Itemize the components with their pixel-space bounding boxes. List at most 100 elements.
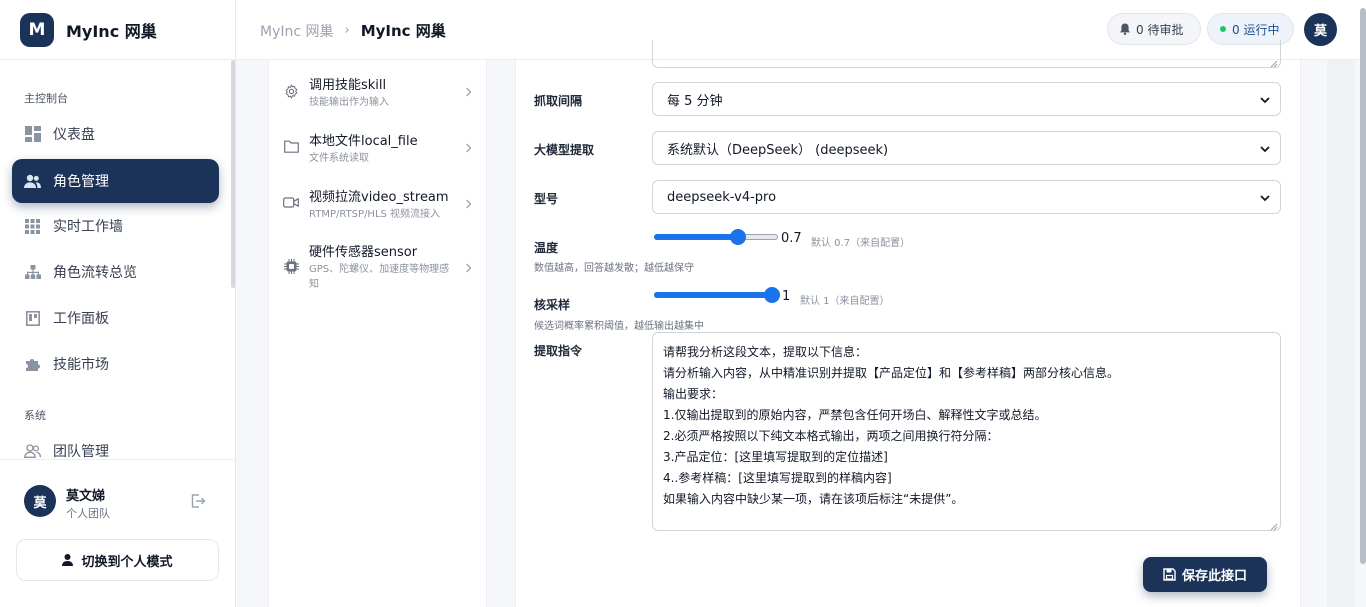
nav-section-label: 系统 [24, 409, 46, 422]
folder-icon [283, 138, 299, 154]
tool-title: 本地文件local_file [309, 134, 418, 149]
save-button-label: 保存此接口 [1181, 569, 1247, 584]
sidebar-item-label: 角色管理 [53, 174, 109, 190]
slider-thumb[interactable] [730, 229, 746, 245]
save-interface-button[interactable]: 保存此接口 [1143, 557, 1267, 592]
brand-name: MyInc 网巢 [66, 22, 157, 41]
page-title: MyInc 网巢 [360, 22, 446, 40]
prompt-line: 2.必须严格按照以下纯文本格式输出，两项之间用换行符分隔： [663, 429, 999, 443]
breadcrumb-separator: › [344, 23, 350, 38]
brand-logo: M [20, 13, 54, 47]
model-label: 型号 [534, 192, 559, 206]
tool-title: 硬件传感器sensor [309, 245, 418, 260]
logout-icon[interactable] [190, 493, 206, 509]
sidebar-item-label: 团队管理 [53, 444, 109, 460]
model-value: deepseek-v4-pro [667, 189, 777, 205]
temperature-help: 数值越高，回答越发散；越低越保守 [534, 263, 694, 274]
sidebar-item-live-wall[interactable]: 实时工作墙 [12, 204, 219, 248]
resize-grip-icon[interactable] [1270, 520, 1278, 531]
pending-approval-label: 0 待审批 [1136, 22, 1184, 37]
prompt-line: 请帮我分析这段文本，提取以下信息： [663, 345, 868, 359]
video-icon [283, 194, 299, 210]
tool-item-skill[interactable]: 调用技能skill 技能输出作为输入 [269, 60, 488, 116]
prompt-label: 提取指令 [534, 344, 583, 358]
hierarchy-icon [24, 264, 41, 281]
previous-textarea[interactable] [652, 40, 1281, 68]
sidebar-item-team[interactable]: 团队管理 [12, 429, 219, 460]
users-icon [24, 173, 41, 190]
temperature-label: 温度 [534, 241, 559, 255]
top-p-slider[interactable] [652, 287, 780, 303]
gear-icon [283, 83, 299, 99]
avatar[interactable]: 莫 [24, 485, 56, 517]
sidebar-item-workbench[interactable]: 工作面板 [12, 296, 219, 340]
page-scrollbar[interactable] [1360, 8, 1366, 564]
puzzle-icon [24, 356, 41, 373]
resize-grip-icon[interactable] [1270, 57, 1278, 68]
top-p-help: 候选词概率累积阈值，越低输出越集中 [534, 321, 704, 332]
dashboard-icon [24, 126, 41, 143]
chevron-right-icon [465, 86, 473, 97]
bell-icon [1120, 23, 1130, 35]
avatar[interactable]: 莫 [1304, 13, 1337, 46]
prompt-textarea[interactable]: 请帮我分析这段文本，提取以下信息： 请分析输入内容，从中精准识别并提取【产品定位… [652, 332, 1281, 531]
tool-desc: RTMP/RTSP/HLS 视频流接入 [309, 209, 441, 220]
grid-icon [24, 218, 41, 235]
llm-select[interactable]: 系统默认（DeepSeek） (deepseek) [652, 131, 1281, 165]
chevron-right-icon [465, 198, 473, 209]
save-icon [1163, 568, 1176, 581]
status-dot [1220, 26, 1226, 32]
chevron-down-icon [1259, 94, 1271, 106]
brand[interactable]: M MyInc 网巢 [20, 12, 157, 48]
tool-item-video-stream[interactable]: 视频拉流video_stream RTMP/RTSP/HLS 视频流接入 [269, 172, 488, 228]
chevron-right-icon [465, 142, 473, 153]
switch-mode-label: 切换到个人模式 [81, 554, 173, 570]
switch-mode-button[interactable]: 切换到个人模式 [16, 539, 219, 581]
tool-item-local-file[interactable]: 本地文件local_file 文件系统读取 [269, 116, 488, 172]
tool-title: 调用技能skill [309, 78, 387, 93]
breadcrumb-item[interactable]: MyInc 网巢 [260, 21, 334, 41]
prompt-line: 3.产品定位：[这里填写提取到的定位描述] [663, 450, 888, 464]
sidebar-nav: 主控制台 仪表盘 角色管理 实时工作墙 角色流转总览 工作面板 技能市场 系统 … [0, 60, 236, 460]
top-p-label: 核采样 [534, 298, 571, 312]
slider-fill [654, 292, 774, 298]
interval-label: 抓取间隔 [534, 94, 583, 108]
sidebar-item-dashboard[interactable]: 仪表盘 [12, 112, 219, 156]
sidebar-scrollbar[interactable] [231, 60, 235, 288]
team-icon [24, 443, 41, 460]
slider-thumb[interactable] [764, 287, 780, 303]
temperature-value: 0.7 [781, 231, 802, 246]
tool-item-sensor[interactable]: 硬件传感器sensor GPS、陀螺仪、加速度等物理感知 [269, 228, 488, 298]
model-select[interactable]: deepseek-v4-pro [652, 180, 1281, 214]
sidebar-item-roles[interactable]: 角色管理 [12, 159, 219, 203]
tool-list: 调用技能skill 技能输出作为输入 本地文件local_file 文件系统读取… [268, 60, 487, 607]
top-p-default: 默认 1（来自配置） [800, 296, 890, 307]
sidebar-item-skill-market[interactable]: 技能市场 [12, 342, 219, 386]
prompt-line: 如果输入内容中缺少某一项，请在该项后标注“未提供”。 [663, 492, 964, 506]
chevron-down-icon [1259, 143, 1271, 155]
chevron-right-icon [465, 262, 473, 273]
sidebar-item-label: 角色流转总览 [53, 265, 137, 281]
llm-value: 系统默认（DeepSeek） (deepseek) [667, 142, 889, 158]
prompt-line: 1.仅输出提取到的原始内容，严禁包含任何开场白、解释性文字或总结。 [663, 408, 1047, 422]
interval-select[interactable]: 每 5 分钟 [652, 82, 1281, 116]
temperature-slider[interactable] [652, 229, 780, 245]
sidebar: M MyInc 网巢 主控制台 仪表盘 角色管理 实时工作墙 角色流转总览 工作… [0, 0, 236, 607]
sidebar-item-label: 技能市场 [53, 357, 109, 373]
tool-desc: 技能输出作为输入 [309, 97, 389, 108]
llm-label: 大模型提取 [534, 143, 595, 157]
user-name: 莫文娣 [66, 489, 106, 504]
chevron-down-icon [1259, 192, 1271, 204]
board-icon [24, 310, 41, 327]
interval-value: 每 5 分钟 [667, 93, 723, 109]
breadcrumb: MyInc 网巢 › MyInc 网巢 [260, 20, 446, 41]
content-scroll-area [1327, 60, 1355, 607]
temperature-default: 默认 0.7（来自配置） [811, 238, 911, 249]
divider [0, 459, 236, 460]
prompt-line: 输出要求： [663, 387, 724, 401]
sidebar-item-label: 实时工作墙 [53, 219, 123, 235]
slider-fill [654, 234, 740, 240]
sidebar-item-role-flow[interactable]: 角色流转总览 [12, 250, 219, 294]
running-label: 0 运行中 [1232, 22, 1280, 37]
prompt-line: 请分析输入内容，从中精准识别并提取【产品定位】和【参考样稿】两部分核心信息。 [663, 366, 1120, 380]
